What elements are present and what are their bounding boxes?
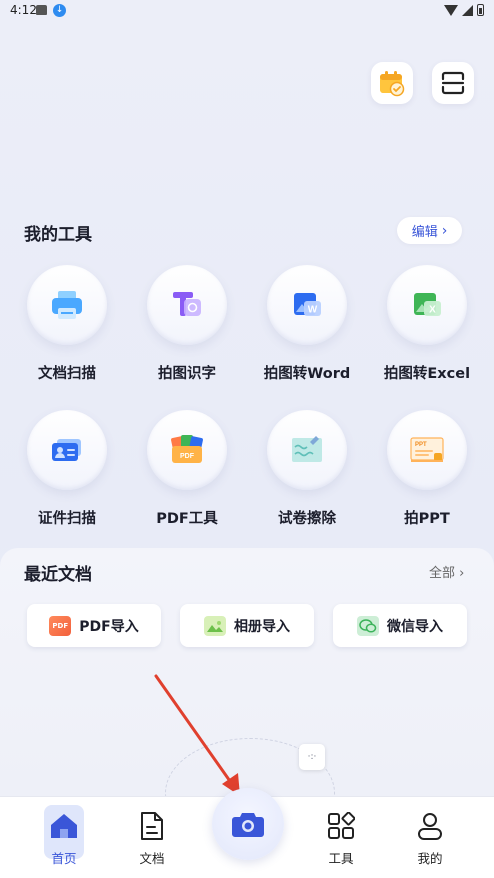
calendar-check-icon — [380, 71, 405, 97]
tool-icon-bg — [147, 265, 227, 345]
tool-icon-bg — [267, 410, 347, 490]
status-indicators — [444, 4, 484, 16]
pdf-tools-icon: PDF — [171, 435, 203, 463]
tool-paper-erase[interactable]: 试卷擦除 — [247, 410, 367, 528]
svg-text:PDF: PDF — [180, 453, 195, 460]
doc-icon-wrap — [133, 807, 171, 845]
nav-mine[interactable]: 我的 — [400, 807, 460, 867]
tool-label: 拍图转Excel — [383, 366, 471, 382]
pdf-file-icon: PDF — [49, 615, 72, 636]
tool-label: 拍图识字 — [158, 366, 216, 382]
id-card-icon — [52, 439, 81, 461]
status-time: 4:12 — [10, 3, 37, 17]
camera-icon — [232, 813, 264, 837]
all-docs-link[interactable]: 全部 › — [429, 562, 464, 581]
tool-photo-to-excel[interactable]: X 拍图转Excel — [367, 265, 487, 383]
printer-scan-icon — [52, 291, 82, 319]
paper-erase-icon — [292, 436, 322, 462]
nav-tools[interactable]: 工具 — [311, 807, 371, 867]
download-notification-icon: ↓ — [53, 4, 66, 17]
word-icon: W — [294, 293, 321, 316]
tool-label: 拍PPT — [404, 511, 450, 527]
chevron-right-icon: › — [459, 566, 465, 581]
profile-icon — [418, 813, 442, 840]
wechat-import-label: 微信导入 — [387, 618, 443, 635]
wechat-import-button[interactable]: 微信导入 — [333, 604, 467, 647]
wechat-icon — [357, 615, 379, 636]
tool-text-recognition[interactable]: 拍图识字 — [127, 265, 247, 383]
tool-photo-ppt[interactable]: PPT 拍PPT — [367, 410, 487, 528]
tool-icon-bg: PPT — [387, 410, 467, 490]
album-icon — [204, 615, 226, 636]
nav-home-label: 首页 — [51, 851, 77, 866]
recent-docs-title: 最近文档 — [24, 565, 92, 585]
status-bar: 4:12 ↓ — [0, 0, 494, 22]
nav-docs-label: 文档 — [139, 851, 165, 866]
grid-tools-icon — [328, 812, 355, 839]
tool-photo-to-word[interactable]: W 拍图转Word — [247, 265, 367, 383]
album-import-label: 相册导入 — [234, 618, 290, 635]
tool-icon-bg — [27, 265, 107, 345]
tool-id-scan[interactable]: 证件扫描 — [7, 410, 127, 528]
tools-icon-wrap — [322, 807, 360, 845]
tool-label: 试卷擦除 — [278, 511, 336, 527]
excel-icon: X — [414, 293, 441, 316]
svg-text:W: W — [308, 305, 318, 316]
all-docs-label: 全部 — [429, 566, 456, 581]
tool-icon-bg: W — [267, 265, 347, 345]
edit-label: 编辑 — [411, 225, 438, 240]
tool-pdf-tools[interactable]: PDF PDF工具 — [127, 410, 247, 528]
document-icon — [141, 812, 163, 840]
tool-doc-scan[interactable]: 文档扫描 — [7, 265, 127, 383]
tool-label: 证件扫描 — [38, 511, 96, 527]
tool-icon-bg — [27, 410, 107, 490]
tool-label: 文档扫描 — [38, 366, 96, 382]
tool-icon-bg: X — [387, 265, 467, 345]
empty-state-card-icon: ·:· — [299, 744, 325, 770]
my-tools-title: 我的工具 — [24, 225, 92, 245]
red-arrow-annotation — [154, 674, 240, 796]
ppt-icon: PPT — [410, 437, 444, 462]
tool-label: PDF工具 — [156, 511, 218, 527]
cat-notification-icon — [36, 5, 47, 15]
text-recognition-icon — [173, 292, 201, 316]
chevron-right-icon: › — [441, 222, 448, 239]
profile-icon-wrap — [411, 807, 449, 845]
tool-label: 拍图转Word — [263, 366, 351, 382]
home-icon-wrap — [45, 807, 83, 845]
wifi-icon — [444, 4, 458, 16]
calendar-checkin-button[interactable] — [371, 62, 413, 104]
scan-icon — [441, 71, 465, 95]
edit-tools-button[interactable]: 编辑 › — [397, 217, 462, 244]
pdf-import-button[interactable]: PDF PDF导入 — [27, 604, 161, 647]
pdf-import-label: PDF导入 — [79, 618, 139, 635]
nav-home-content: 首页 — [34, 807, 94, 867]
battery-icon — [477, 4, 484, 16]
svg-text:X: X — [429, 305, 436, 316]
home-icon — [51, 814, 77, 838]
scan-button[interactable] — [432, 62, 474, 104]
signal-icon — [462, 4, 473, 16]
nav-tools-label: 工具 — [328, 851, 354, 866]
nav-mine-label: 我的 — [417, 851, 443, 866]
camera-button[interactable] — [212, 788, 284, 860]
svg-text:PPT: PPT — [415, 442, 427, 448]
album-import-button[interactable]: 相册导入 — [180, 604, 314, 647]
nav-home[interactable]: 首页 — [34, 805, 94, 867]
nav-docs[interactable]: 文档 — [122, 807, 182, 867]
tool-icon-bg: PDF — [147, 410, 227, 490]
